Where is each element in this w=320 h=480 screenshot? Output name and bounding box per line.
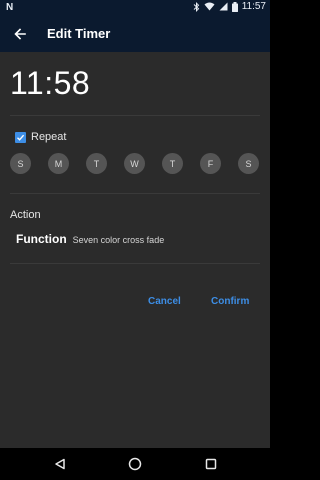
divider <box>10 115 260 116</box>
day-tuesday[interactable]: T <box>86 153 107 174</box>
recents-square-icon[interactable] <box>203 456 219 472</box>
divider <box>10 263 260 264</box>
wifi-icon <box>204 2 215 11</box>
arrow-left-icon <box>14 28 26 40</box>
day-saturday[interactable]: S <box>238 153 259 174</box>
function-label: Function <box>16 232 67 246</box>
back-triangle-icon[interactable] <box>52 456 68 472</box>
day-sunday[interactable]: S <box>10 153 31 174</box>
function-row[interactable]: Function Seven color cross fade <box>16 232 164 246</box>
back-button[interactable] <box>10 24 30 44</box>
signal-icon <box>219 2 228 11</box>
action-section-title: Action <box>10 209 41 221</box>
cancel-button[interactable]: Cancel <box>148 296 181 307</box>
status-icons: 11:57 <box>193 1 266 12</box>
repeat-checkbox-row[interactable]: Repeat <box>15 131 66 143</box>
home-circle-icon[interactable] <box>127 456 143 472</box>
day-wednesday[interactable]: W <box>124 153 145 174</box>
day-friday[interactable]: F <box>200 153 221 174</box>
check-icon <box>17 134 25 141</box>
day-thursday[interactable]: T <box>162 153 183 174</box>
battery-icon <box>231 1 238 12</box>
repeat-label: Repeat <box>31 131 67 143</box>
function-value: Seven color cross fade <box>72 235 165 245</box>
screen: N 11:57 Edit Timer 11:58 Repeat S M T W … <box>0 0 270 480</box>
bluetooth-icon <box>193 1 199 12</box>
page-title: Edit Timer <box>47 26 111 41</box>
n-notification-icon: N <box>6 2 14 13</box>
status-time: 11:57 <box>241 1 266 12</box>
app-bar: Edit Timer <box>0 16 270 52</box>
divider <box>10 193 260 194</box>
status-bar: N 11:57 <box>0 0 270 16</box>
day-monday[interactable]: M <box>48 153 69 174</box>
confirm-button[interactable]: Confirm <box>211 296 249 307</box>
repeat-checkbox[interactable] <box>15 131 26 143</box>
timer-time[interactable]: 11:58 <box>10 65 90 102</box>
system-nav-bar <box>0 448 270 480</box>
day-selector: S M T W T F S <box>10 153 260 175</box>
